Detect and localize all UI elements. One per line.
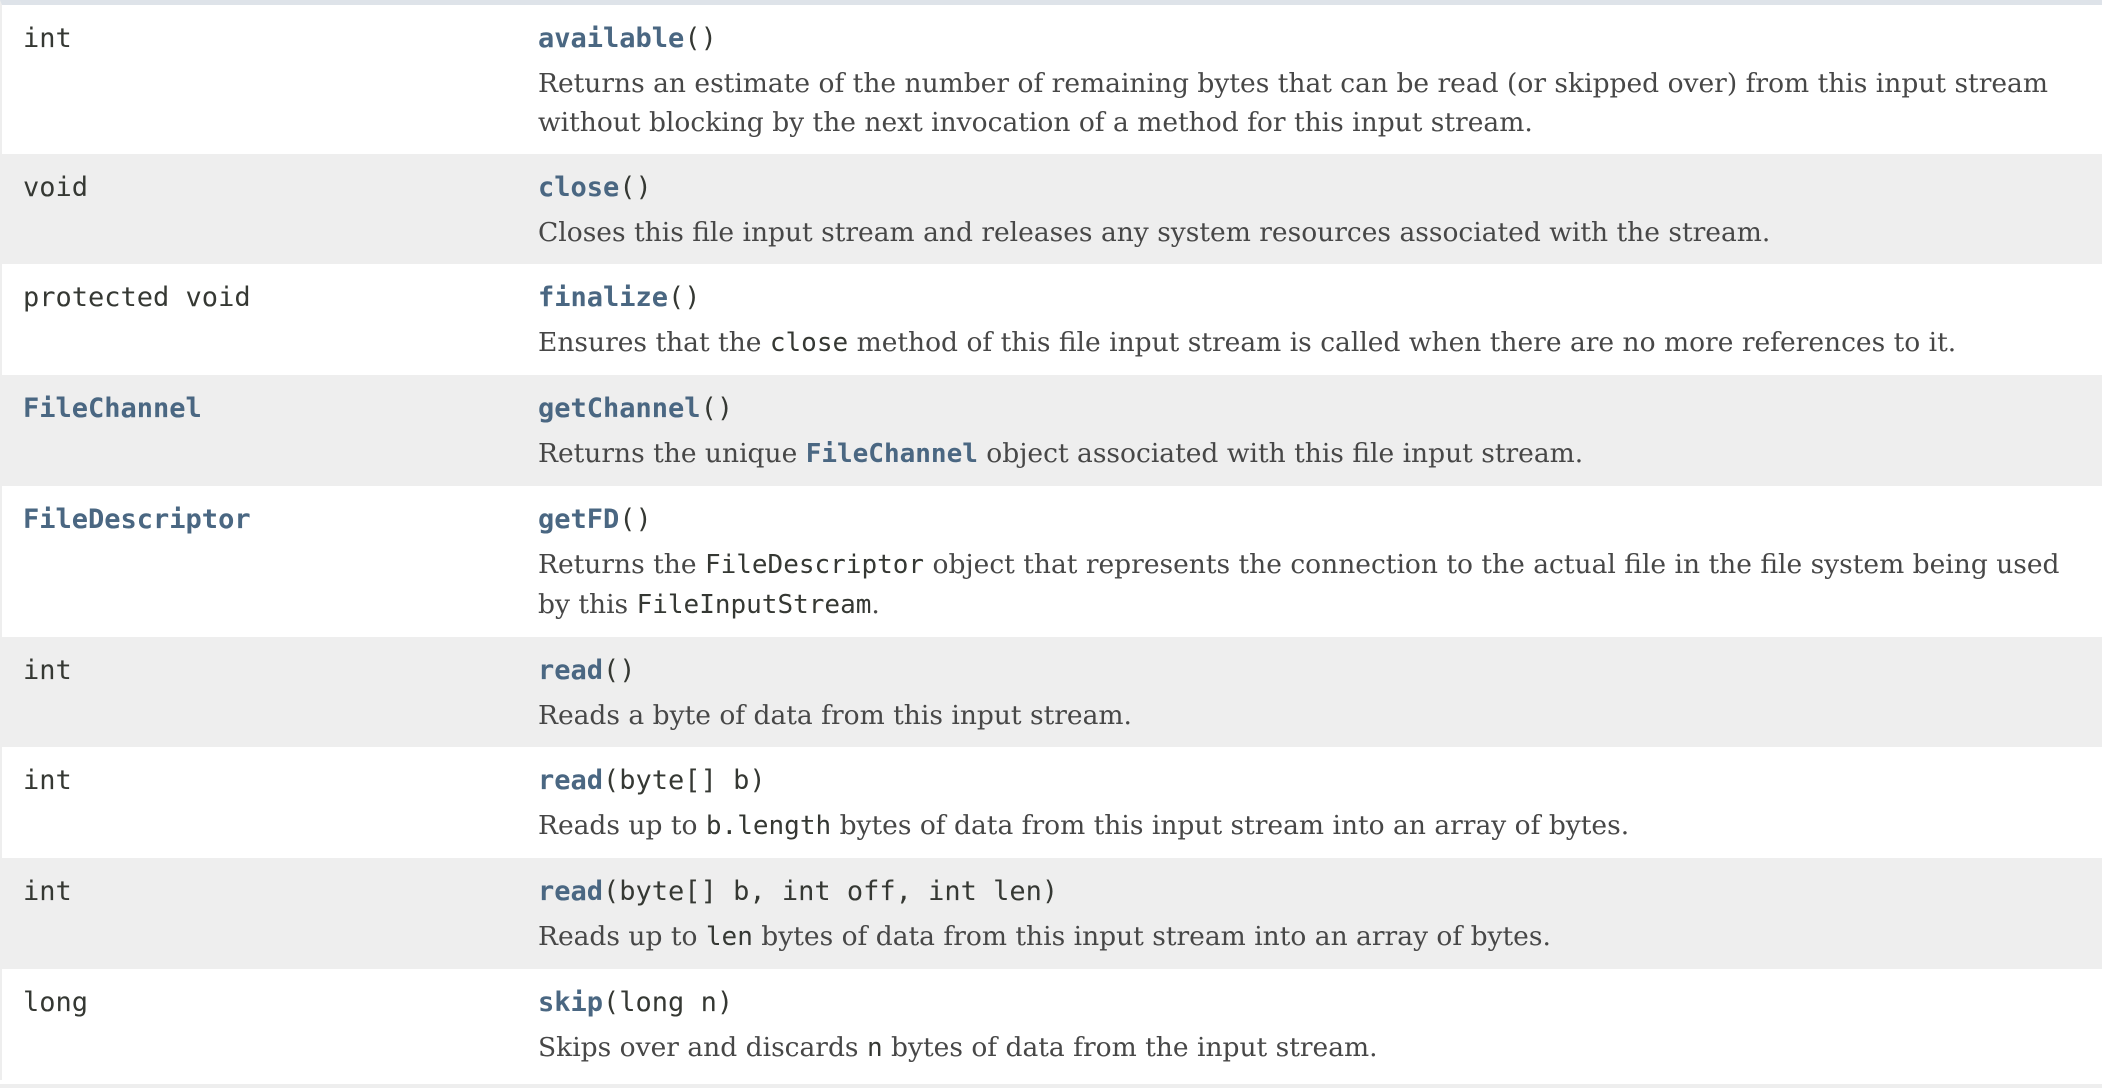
method-description: Reads up to b.length bytes of data from … xyxy=(538,806,2094,846)
method-signature: available() xyxy=(538,18,2094,60)
modifier-and-type-cell: int xyxy=(2,650,538,735)
table-row: int read() Reads a byte of data from this … xyxy=(2,637,2102,747)
modifier-and-type-cell: protected void xyxy=(2,277,538,363)
table-bottom-border xyxy=(0,1084,2102,1088)
method-signature: getFD() xyxy=(538,499,2094,541)
inline-code: b.length xyxy=(705,811,832,841)
method-name-link[interactable]: close xyxy=(538,172,619,203)
description-text: Closes this file input stream and releas… xyxy=(538,217,1771,248)
inline-type-link[interactable]: FileChannel xyxy=(806,439,978,469)
description-text: Skips over and discards xyxy=(538,1032,867,1063)
modifier-and-type-cell: void xyxy=(2,167,538,252)
table-row: long skip(long n) Skips over and discards … xyxy=(2,969,2102,1080)
method-name-link[interactable]: available xyxy=(538,23,684,54)
method-parameters: () xyxy=(603,655,636,686)
method-parameters: () xyxy=(668,282,701,313)
method-cell: close() Closes this file input stream and… xyxy=(538,167,2102,252)
method-parameters: () xyxy=(619,172,652,203)
table-row: void close() Closes this file input stream… xyxy=(2,154,2102,264)
return-type: long xyxy=(23,987,89,1018)
table-row: int read(byte[] b, int off, int len) Reads… xyxy=(2,858,2102,969)
method-cell: read(byte[] b) Reads up to b.length bytes… xyxy=(538,760,2102,846)
method-description: Ensures that the close method of this fi… xyxy=(538,323,2094,363)
method-parameters: () xyxy=(684,23,717,54)
method-cell: getFD() Returns the FileDescriptor object… xyxy=(538,499,2102,625)
inline-code: FileInputStream xyxy=(636,590,872,620)
method-description: Closes this file input stream and releas… xyxy=(538,213,2094,252)
method-name-link[interactable]: skip xyxy=(538,987,603,1018)
method-description: Reads up to len bytes of data from this … xyxy=(538,917,2094,957)
modifier-and-type-cell: FileDescriptor xyxy=(2,499,538,625)
description-text: method of this file input stream is call… xyxy=(848,327,1957,358)
description-text: Returns the xyxy=(538,549,705,580)
method-signature: finalize() xyxy=(538,277,2094,319)
method-parameters: () xyxy=(619,504,652,535)
inline-code: len xyxy=(705,922,753,952)
return-type: protected void xyxy=(23,282,251,313)
table-row: FileChannel getChannel() Returns the uniqu… xyxy=(2,375,2102,486)
return-type: int xyxy=(23,876,72,907)
method-name-link[interactable]: read xyxy=(538,876,603,907)
modifier-and-type-cell: int xyxy=(2,18,538,142)
method-signature: close() xyxy=(538,167,2094,209)
method-signature: skip(long n) xyxy=(538,982,2094,1024)
method-signature: getChannel() xyxy=(538,388,2094,430)
method-cell: read() Reads a byte of data from this inp… xyxy=(538,650,2102,735)
method-parameters: (byte[] b) xyxy=(603,765,766,796)
method-description: Skips over and discards n bytes of data … xyxy=(538,1028,2094,1068)
return-type-link[interactable]: FileDescriptor xyxy=(23,504,251,535)
table-row: int read(byte[] b) Reads up to b.length by… xyxy=(2,747,2102,858)
method-name-link[interactable]: finalize xyxy=(538,282,668,313)
method-cell: read(byte[] b, int off, int len) Reads up… xyxy=(538,871,2102,957)
table-row: int available() Returns an estimate of the… xyxy=(2,5,2102,154)
description-text: Returns an estimate of the number of rem… xyxy=(538,68,2048,138)
return-type-link[interactable]: FileChannel xyxy=(23,393,202,424)
description-text: bytes of data from this input stream int… xyxy=(752,921,1551,952)
description-text: Reads up to xyxy=(538,921,706,952)
method-summary-table: int available() Returns an estimate of the… xyxy=(0,0,2102,1080)
method-parameters: (long n) xyxy=(603,987,734,1018)
inline-code: n xyxy=(866,1033,883,1063)
method-name-link[interactable]: getChannel xyxy=(538,393,701,424)
description-text: bytes of data from this input stream int… xyxy=(831,810,1630,841)
description-text: . xyxy=(871,589,880,620)
method-cell: available() Returns an estimate of the nu… xyxy=(538,18,2102,142)
inline-code: FileDescriptor xyxy=(704,550,925,580)
modifier-and-type-cell: long xyxy=(2,982,538,1068)
return-type: int xyxy=(23,23,72,54)
method-parameters: () xyxy=(700,393,734,424)
description-text: Reads up to xyxy=(538,810,706,841)
method-description: Returns an estimate of the number of rem… xyxy=(538,64,2094,142)
modifier-and-type-cell: int xyxy=(2,871,538,957)
inline-code: close xyxy=(769,328,849,358)
table-row: protected void finalize() Ensures that the… xyxy=(2,264,2102,375)
description-text: bytes of data from the input stream. xyxy=(882,1032,1378,1063)
method-name-link[interactable]: getFD xyxy=(538,504,619,535)
description-text: Reads a byte of data from this input str… xyxy=(538,700,1132,731)
method-signature: read(byte[] b, int off, int len) xyxy=(538,871,2094,913)
method-description: Returns the FileDescriptor object that r… xyxy=(538,545,2094,625)
return-type: int xyxy=(23,655,72,686)
method-description: Returns the unique FileChannel object as… xyxy=(538,434,2094,474)
table-row: FileDescriptor getFD() Returns the FileDes… xyxy=(2,486,2102,637)
description-text: object associated with this file input s… xyxy=(977,438,1584,469)
description-text: Returns the unique xyxy=(538,438,806,469)
method-cell: skip(long n) Skips over and discards n by… xyxy=(538,982,2102,1068)
method-description: Reads a byte of data from this input str… xyxy=(538,696,2094,735)
method-signature: read(byte[] b) xyxy=(538,760,2094,802)
method-cell: getChannel() Returns the unique FileChann… xyxy=(538,388,2102,474)
return-type: int xyxy=(23,765,72,796)
modifier-and-type-cell: int xyxy=(2,760,538,846)
return-type: void xyxy=(23,172,89,203)
description-text: Ensures that the xyxy=(538,327,770,358)
method-cell: finalize() Ensures that the close method … xyxy=(538,277,2102,363)
modifier-and-type-cell: FileChannel xyxy=(2,388,538,474)
method-signature: read() xyxy=(538,650,2094,692)
method-name-link[interactable]: read xyxy=(538,655,603,686)
method-name-link[interactable]: read xyxy=(538,765,603,796)
method-parameters: (byte[] b, int off, int len) xyxy=(603,876,1059,907)
